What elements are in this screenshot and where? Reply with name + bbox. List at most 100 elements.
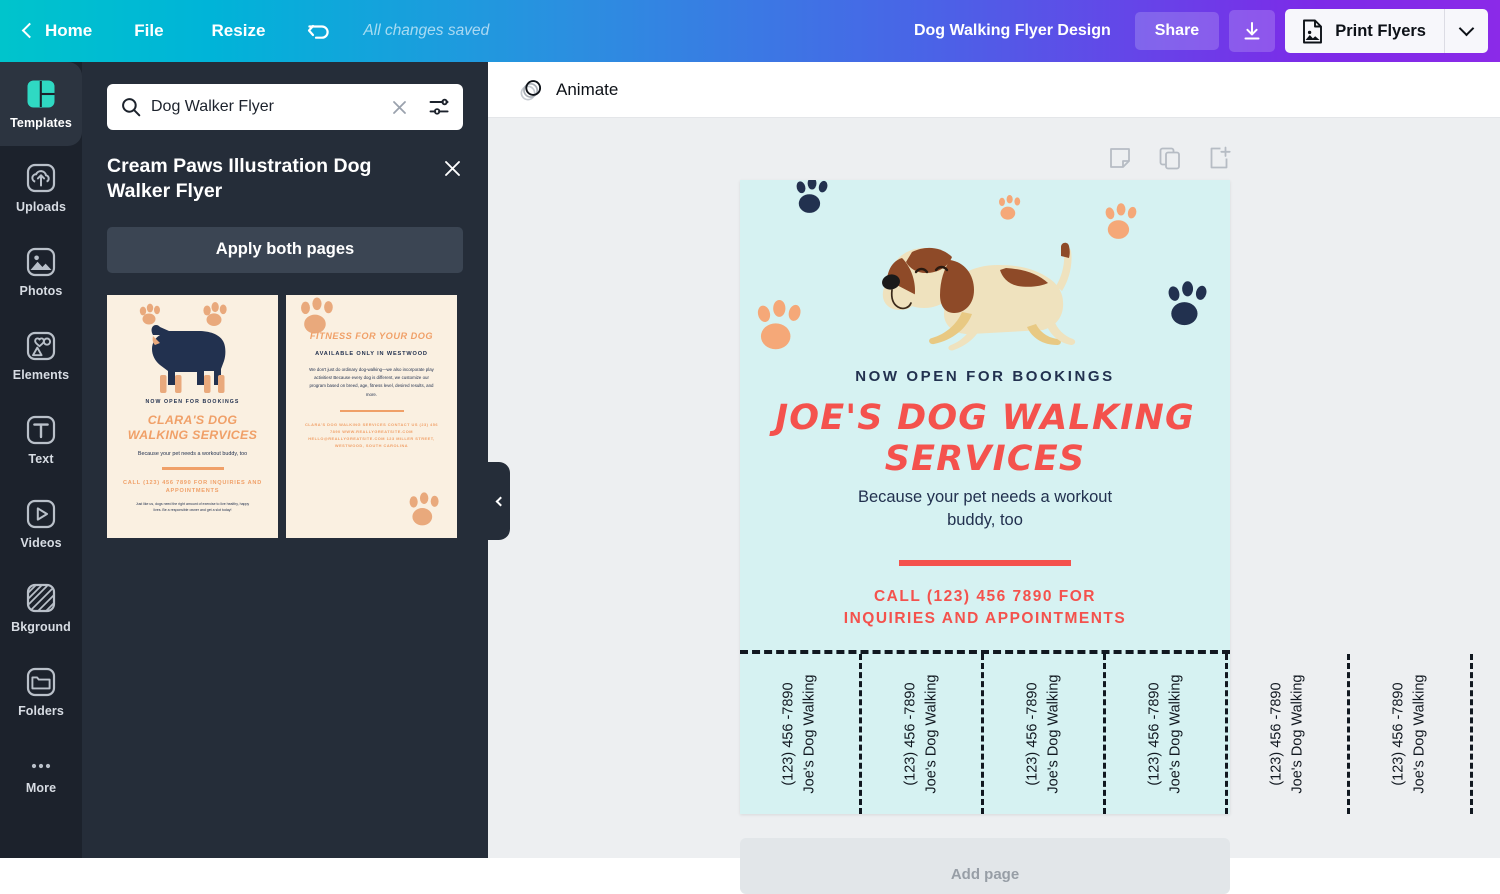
- thumbnail-2-text: FITNESS FOR YOUR DOG AVAILABLE ONLY IN W…: [286, 331, 457, 450]
- duplicate-page-button[interactable]: [1158, 146, 1182, 170]
- thumb2-title: FITNESS FOR YOUR DOG: [309, 330, 434, 341]
- animate-button[interactable]: Animate: [508, 71, 628, 109]
- sidebar-label-folders: Folders: [18, 703, 64, 718]
- notes-icon: [1110, 148, 1130, 168]
- strip-text: Joe's Dog Walking (123) 456 -7890: [902, 674, 942, 793]
- strip-phone: (123) 456 -7890: [1390, 682, 1407, 786]
- flyer-call-line-1: CALL (123) 456 7890 FOR: [873, 588, 1096, 605]
- close-icon: [393, 100, 406, 114]
- search-icon: [122, 98, 141, 117]
- sidebar-item-photos[interactable]: Photos: [0, 230, 82, 314]
- notes-button[interactable]: [1108, 146, 1132, 170]
- animate-label: Animate: [556, 79, 619, 99]
- print-flyers-button[interactable]: Print Flyers: [1285, 9, 1488, 53]
- strip-phone: (123) 456 -7890: [1268, 682, 1285, 786]
- sidebar-item-background[interactable]: Bkground: [0, 566, 82, 650]
- strip-name: Joe's Dog Walking: [1167, 674, 1184, 794]
- strip-text: Joe's Dog Walking (123) 456 -7890: [1146, 674, 1186, 793]
- sidebar-item-more[interactable]: More: [0, 734, 82, 818]
- thumb1-divider: [161, 467, 224, 470]
- print-flyers-dropdown[interactable]: [1444, 9, 1488, 53]
- paw-print-bottom-right-icon: [409, 492, 439, 526]
- tear-off-strip[interactable]: Joe's Dog Walking (123) 456 -7890: [1473, 654, 1500, 814]
- add-page-button[interactable]: [1208, 146, 1232, 170]
- print-document-icon: [1303, 19, 1323, 43]
- flyer-subtitle-line-2: buddy, too: [947, 511, 1023, 530]
- file-menu-button[interactable]: File: [110, 0, 187, 62]
- clear-search-button[interactable]: [384, 99, 415, 116]
- add-page-bar[interactable]: Add page: [740, 838, 1230, 894]
- flyer-main-section: NOW OPEN FOR BOOKINGS JOE'S DOG WALKING …: [740, 180, 1230, 650]
- tear-off-strip[interactable]: Joe's Dog Walking (123) 456 -7890: [984, 654, 1107, 814]
- templates-icon: [27, 80, 55, 107]
- tear-off-strip[interactable]: Joe's Dog Walking (123) 456 -7890: [1106, 654, 1229, 814]
- thumb1-fine-print: Just like us, dogs need the right amount…: [135, 501, 250, 512]
- search-area: [82, 62, 488, 130]
- strip-text: Joe's Dog Walking (123) 456 -7890: [779, 674, 819, 793]
- strip-phone: (123) 456 -7890: [1146, 682, 1163, 786]
- sidebar-item-folders[interactable]: Folders: [0, 650, 82, 734]
- tear-off-strip[interactable]: Joe's Dog Walking (123) 456 -7890: [1228, 654, 1351, 814]
- template-thumbnail-page-1[interactable]: NOW OPEN FOR BOOKINGS CLARA'S DOG WALKIN…: [107, 294, 278, 538]
- close-template-panel-button[interactable]: [442, 154, 463, 184]
- strip-phone: (123) 456 -7890: [1024, 682, 1041, 786]
- search-input[interactable]: [151, 98, 374, 116]
- filter-sliders-icon: [429, 98, 449, 115]
- strip-text: Joe's Dog Walking (123) 456 -7890: [1268, 674, 1308, 793]
- flyer-canvas[interactable]: NOW OPEN FOR BOOKINGS JOE'S DOG WALKING …: [740, 180, 1473, 814]
- resize-button[interactable]: Resize: [188, 0, 290, 62]
- collapse-panel-handle[interactable]: [488, 462, 510, 540]
- template-thumbnail-page-2[interactable]: FITNESS FOR YOUR DOG AVAILABLE ONLY IN W…: [286, 294, 457, 538]
- strip-name: Joe's Dog Walking: [1045, 674, 1062, 794]
- search-box[interactable]: [107, 84, 463, 130]
- paw-print-orange-left-icon: [757, 299, 801, 350]
- resize-label: Resize: [211, 21, 266, 40]
- stripes-icon: [26, 583, 56, 612]
- ellipsis-icon: [31, 763, 51, 768]
- sidebar-item-templates[interactable]: Templates: [0, 62, 82, 146]
- add-page-icon: [1210, 146, 1231, 169]
- sidebar-label-videos: Videos: [20, 535, 62, 550]
- flyer-kicker: NOW OPEN FOR BOOKINGS: [855, 368, 1115, 385]
- tear-off-strip[interactable]: Joe's Dog Walking (123) 456 -7890: [1350, 654, 1473, 814]
- download-button[interactable]: [1229, 10, 1276, 52]
- apply-both-pages-button[interactable]: Apply both pages: [107, 226, 463, 273]
- strip-name: Joe's Dog Walking: [801, 674, 818, 794]
- sidebar-item-videos[interactable]: Videos: [0, 482, 82, 566]
- design-title[interactable]: Dog Walking Flyer Design: [914, 22, 1111, 40]
- rottweiler-illustration: [139, 301, 227, 393]
- thumb1-subtitle: Because your pet needs a workout buddy, …: [137, 450, 248, 457]
- flyer-subtitle-line-1: Because your pet needs a workout: [857, 488, 1113, 506]
- chevron-left-icon: [21, 22, 38, 39]
- tear-off-strip[interactable]: Joe's Dog Walking (123) 456 -7890: [862, 654, 985, 814]
- sidebar-item-text[interactable]: Text: [0, 398, 82, 482]
- home-button[interactable]: Home: [0, 0, 110, 62]
- print-flyers-main[interactable]: Print Flyers: [1285, 9, 1444, 53]
- strip-text: Joe's Dog Walking (123) 456 -7890: [1024, 674, 1064, 793]
- strip-name: Joe's Dog Walking: [1411, 674, 1428, 794]
- strip-name: Joe's Dog Walking: [923, 674, 940, 794]
- strip-phone: (123) 456 -7890: [902, 682, 919, 786]
- template-thumbnail-list: NOW OPEN FOR BOOKINGS CLARA'S DOG WALKIN…: [82, 273, 488, 538]
- panel-header: Cream Paws Illustration Dog Walker Flyer: [82, 130, 488, 205]
- undo-button[interactable]: [289, 0, 351, 62]
- filter-button[interactable]: [425, 96, 450, 118]
- animate-icon: [520, 79, 542, 100]
- thumb1-call: CALL (123) 456 7890 FOR INQUIRIES AND AP…: [122, 479, 263, 495]
- duplicate-page-icon: [1159, 147, 1180, 170]
- sidebar-label-text: Text: [28, 451, 54, 466]
- chevron-down-icon: [1458, 20, 1475, 37]
- thumb1-kicker: NOW OPEN FOR BOOKINGS: [145, 398, 240, 405]
- tear-off-strip[interactable]: Joe's Dog Walking (123) 456 -7890: [740, 654, 863, 814]
- thumb2-divider: [339, 410, 404, 413]
- page-action-toolbar: [1108, 146, 1232, 170]
- flyer-title-line-2: SERVICES: [884, 438, 1086, 479]
- tear-off-strips: Joe's Dog Walking (123) 456 -7890 Joe's …: [740, 650, 1473, 814]
- share-button[interactable]: Share: [1134, 12, 1220, 50]
- print-flyers-label: Print Flyers: [1335, 21, 1426, 40]
- sidebar-item-uploads[interactable]: Uploads: [0, 146, 82, 230]
- folder-icon: [26, 667, 56, 696]
- sidebar-label-templates: Templates: [10, 115, 72, 130]
- photo-icon: [26, 247, 56, 276]
- sidebar-item-elements[interactable]: Elements: [0, 314, 82, 398]
